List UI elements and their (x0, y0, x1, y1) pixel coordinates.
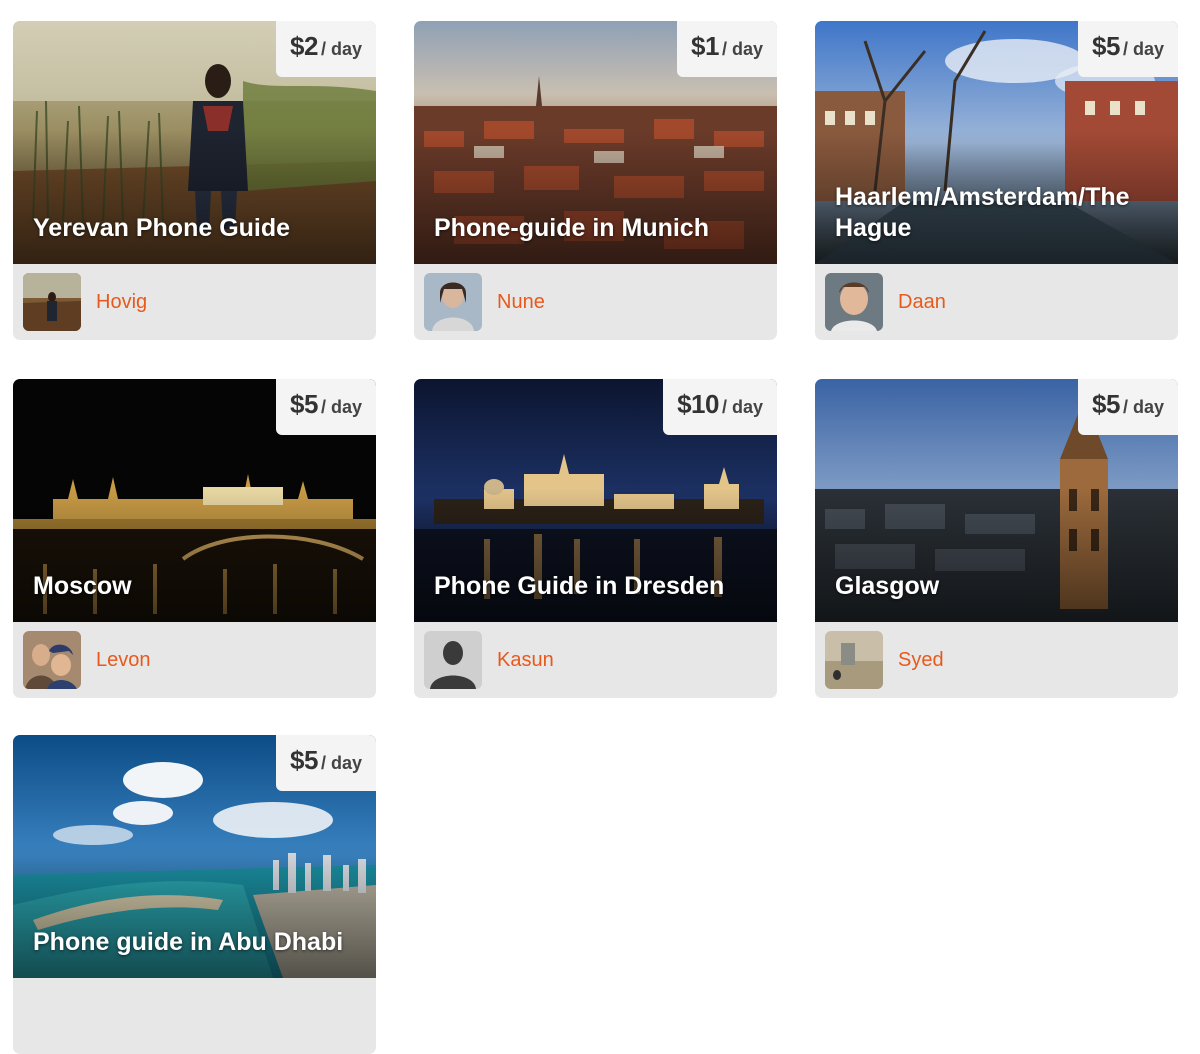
guide-name[interactable]: Levon (96, 649, 151, 672)
price-amount: $10 (677, 389, 719, 419)
guide-avatar[interactable] (23, 273, 81, 331)
price-unit: / day (1122, 397, 1164, 417)
guide-info: Hovig (13, 264, 376, 340)
price-badge: $1/ day (677, 21, 777, 77)
guide-info: Syed (815, 622, 1178, 698)
listing-title[interactable]: Moscow (33, 571, 358, 602)
price-unit: / day (320, 753, 362, 773)
price-amount: $5 (290, 389, 318, 419)
listing-photo[interactable]: $10/ day Phone Guide in Dresden (414, 379, 777, 622)
price-badge: $5/ day (276, 379, 376, 435)
listing-card[interactable]: $5/ day Phone guide in Abu Dhabi (13, 735, 376, 1054)
price-badge: $2/ day (276, 21, 376, 77)
guide-info: Kasun (414, 622, 777, 698)
listing-photo[interactable]: $5/ day Phone guide in Abu Dhabi (13, 735, 376, 978)
listing-photo[interactable]: $1/ day Phone-guide in Munich (414, 21, 777, 264)
price-unit: / day (721, 397, 763, 417)
price-unit: / day (320, 397, 362, 417)
price-unit: / day (320, 39, 362, 59)
listing-photo[interactable]: $2/ day Yerevan Phone Guide (13, 21, 376, 264)
listing-photo[interactable]: $5/ day Haarlem/Amsterdam/The Hague (815, 21, 1178, 264)
guide-name[interactable]: Hovig (96, 291, 147, 314)
price-amount: $5 (1092, 389, 1120, 419)
listing-title[interactable]: Phone Guide in Dresden (434, 571, 759, 602)
listing-photo[interactable]: $5/ day Moscow (13, 379, 376, 622)
price-badge: $10/ day (663, 379, 777, 435)
guide-name[interactable]: Daan (898, 291, 946, 314)
listing-card[interactable]: $1/ day Phone-guide in Munich Nune (414, 21, 777, 340)
guide-avatar[interactable] (23, 631, 81, 689)
price-badge: $5/ day (276, 735, 376, 791)
listing-title[interactable]: Yerevan Phone Guide (33, 213, 358, 244)
guide-avatar[interactable] (825, 273, 883, 331)
price-amount: $5 (1092, 31, 1120, 61)
listing-card[interactable]: $2/ day Yerevan Phone Guide Hovig (13, 21, 376, 340)
price-unit: / day (1122, 39, 1164, 59)
default-avatar-icon[interactable] (424, 631, 482, 689)
price-amount: $1 (691, 31, 719, 61)
price-amount: $5 (290, 745, 318, 775)
listing-photo[interactable]: $5/ day Glasgow (815, 379, 1178, 622)
listing-card[interactable]: $5/ day Glasgow Syed (815, 379, 1178, 698)
listing-title[interactable]: Phone-guide in Munich (434, 213, 759, 244)
guide-avatar[interactable] (825, 631, 883, 689)
listing-title[interactable]: Phone guide in Abu Dhabi (33, 927, 358, 958)
listing-card[interactable]: $10/ day Phone Guide in Dresden Kasun (414, 379, 777, 698)
listing-title[interactable]: Haarlem/Amsterdam/The Hague (835, 182, 1160, 244)
price-unit: / day (721, 39, 763, 59)
guide-info: Levon (13, 622, 376, 698)
guide-name[interactable]: Nune (497, 291, 545, 314)
guide-avatar[interactable] (424, 273, 482, 331)
price-badge: $5/ day (1078, 21, 1178, 77)
guide-info: Nune (414, 264, 777, 340)
price-badge: $5/ day (1078, 379, 1178, 435)
listing-card[interactable]: $5/ day Moscow Levon (13, 379, 376, 698)
price-amount: $2 (290, 31, 318, 61)
listing-card[interactable]: $5/ day Haarlem/Amsterdam/The Hague Daan (815, 21, 1178, 340)
guide-info: Daan (815, 264, 1178, 340)
guide-name[interactable]: Kasun (497, 649, 554, 672)
listing-title[interactable]: Glasgow (835, 571, 1160, 602)
guide-name[interactable]: Syed (898, 649, 944, 672)
